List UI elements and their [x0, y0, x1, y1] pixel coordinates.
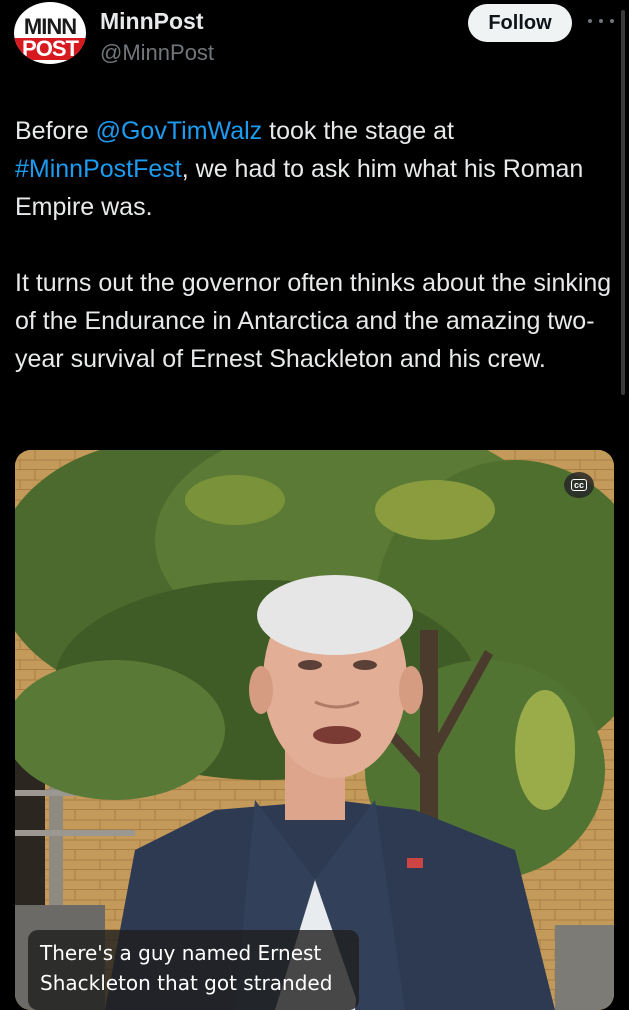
caption-line-1: There's a guy named Ernest: [40, 941, 322, 965]
tweet-text: Before @GovTimWalz took the stage at #Mi…: [15, 112, 615, 378]
tweet-paragraph-2: It turns out the governor often thinks a…: [15, 269, 612, 373]
display-name[interactable]: MinnPost: [100, 8, 204, 35]
more-options-icon[interactable]: [588, 16, 614, 26]
avatar-logo-minn: MINN: [23, 14, 77, 39]
tweet-paragraph-1: Before @GovTimWalz took the stage at #Mi…: [15, 112, 615, 226]
cc-icon: cc: [570, 479, 587, 491]
video-frame: [15, 450, 614, 1010]
mention-link[interactable]: @GovTimWalz: [96, 117, 263, 145]
hashtag-link[interactable]: #MinnPostFest: [15, 155, 182, 183]
caption-text: There's a guy named Ernest Shackleton th…: [40, 938, 332, 998]
video-caption: There's a guy named Ernest Shackleton th…: [28, 930, 359, 1010]
avatar-logo-post: POST: [14, 38, 86, 60]
video-player[interactable]: [15, 450, 614, 1010]
user-handle[interactable]: @MinnPost: [100, 40, 214, 66]
closed-captions-button[interactable]: cc: [564, 472, 594, 498]
caption-line-2: Shackleton that got stranded: [40, 971, 333, 995]
text-segment: took the stage at: [262, 117, 454, 145]
scrollbar[interactable]: [621, 10, 625, 395]
avatar[interactable]: MINN POST: [14, 2, 86, 64]
follow-button[interactable]: Follow: [468, 4, 572, 42]
text-segment: Before: [15, 117, 96, 145]
